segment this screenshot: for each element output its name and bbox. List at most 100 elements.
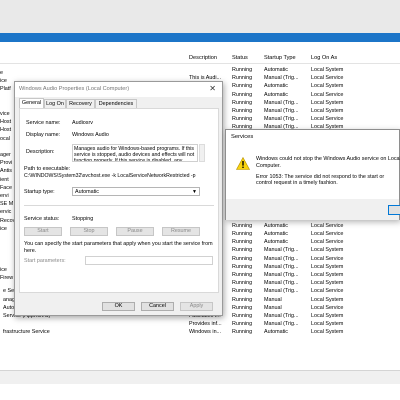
table-row[interactable]: Provides inf... Running Manual (Trig... Loc… (0, 320, 400, 328)
close-icon[interactable]: ✕ (209, 84, 216, 93)
start-parameters-hint: You can specify the start parameters tha… (24, 241, 213, 254)
status-cell: Running (232, 288, 253, 295)
startup-type-cell: Automatic (264, 222, 288, 229)
log-on-as-cell: Local Service (311, 288, 344, 295)
table-row[interactable]: frastructure Service Windows in... Running… (0, 328, 400, 336)
log-on-as-cell: Local Service (311, 255, 344, 262)
log-on-as-cell: Local System (311, 99, 344, 106)
service-name-fragment (0, 249, 14, 257)
status-cell: Running (232, 116, 253, 123)
startup-type-cell: Automatic (264, 67, 288, 73)
start-parameters-label: Start parameters: (24, 258, 66, 264)
display-name-label: Display name: (26, 132, 61, 138)
error-message-area: Windows could not stop the Windows Audio… (256, 156, 400, 187)
status-cell: Running (232, 272, 253, 278)
service-name-fragment: Host (0, 127, 12, 134)
startup-type-label: Startup type: (24, 189, 55, 195)
service-name-fragment: ice (0, 266, 7, 273)
status-cell: Running (232, 255, 253, 262)
service-name-fragment: Antis (0, 168, 12, 175)
log-on-as-cell: Local System (311, 280, 344, 287)
tab-log-on[interactable]: Log On (44, 99, 66, 108)
start-parameters-input[interactable] (85, 256, 213, 265)
status-cell: Running (232, 321, 253, 328)
log-on-as-cell: Local Service (311, 304, 344, 311)
log-on-as-cell: Local Service (311, 222, 344, 229)
error-dialog-footer (226, 199, 399, 220)
table-row[interactable]: Running Automatic Local System (0, 66, 400, 74)
cancel-button[interactable]: Cancel (141, 302, 174, 311)
status-cell: Running (232, 67, 253, 73)
description-scrollbar[interactable] (199, 144, 205, 162)
startup-type-cell: Manual (Trig... (264, 288, 299, 295)
service-name-fragment: ient (0, 176, 9, 183)
log-on-as-cell: Local Service (311, 239, 344, 246)
startup-type-value: Automatic (75, 189, 99, 195)
startup-type-cell: Manual (Trig... (264, 263, 299, 270)
service-name-fragment (0, 258, 14, 266)
log-on-as-cell: Local Service (311, 91, 344, 98)
status-cell: Running (232, 83, 253, 90)
startup-type-cell: Automatic (264, 83, 288, 90)
window-status-tabs (0, 370, 400, 384)
startup-type-cell: Automatic (264, 91, 288, 98)
apply-button[interactable]: Apply (180, 302, 213, 311)
service-name-fragment (0, 241, 14, 249)
status-cell: Running (232, 108, 253, 114)
start-button[interactable]: Start (24, 227, 62, 236)
service-name-fragment: ager (0, 152, 11, 158)
service-name-fragment: ervi (0, 193, 9, 199)
status-cell: Running (232, 304, 253, 311)
pause-button[interactable]: Pause (116, 227, 154, 236)
path-value: C:\WINDOWS\System32\svchost.exe -k Local… (24, 173, 196, 179)
log-on-as-cell: Local Service (311, 116, 344, 123)
startup-type-cell: Manual (264, 296, 282, 303)
log-on-as-cell: Local System (311, 83, 344, 90)
service-properties-dialog: Windows Audio Properties (Local Computer… (14, 81, 223, 316)
tab-general[interactable]: General (19, 98, 44, 108)
tab-dependencies[interactable]: Dependencies (95, 99, 137, 108)
toolbar-band (0, 33, 400, 42)
chevron-down-icon: ▼ (192, 189, 197, 195)
stop-button[interactable]: Stop (70, 227, 108, 236)
ok-button[interactable]: OK (102, 302, 135, 311)
service-status-label: Service status: (24, 216, 60, 222)
service-name-value: Audiosrv (72, 120, 93, 126)
startup-type-cell: Manual (Trig... (264, 280, 299, 287)
services-error-dialog: Services Windows could not stop the Wind… (225, 129, 400, 220)
status-cell: Running (232, 222, 253, 229)
status-cell: Running (232, 280, 253, 287)
log-on-as-cell: Local System (311, 108, 344, 114)
service-name-fragment: Platf (0, 86, 11, 93)
startup-type-cell: Manual (Trig... (264, 75, 299, 82)
log-on-as-cell: Local Service (311, 231, 344, 237)
resume-button[interactable]: Resume (162, 227, 200, 236)
tab-recovery[interactable]: Recovery (66, 99, 95, 108)
startup-type-cell: Automatic (264, 231, 288, 237)
startup-type-select[interactable]: Automatic ▼ (72, 187, 200, 196)
status-cell: Running (232, 329, 253, 336)
service-name-fragment: ervic (0, 209, 12, 216)
description-cell: Provides inf... (189, 321, 222, 328)
display-name-value: Windows Audio (72, 132, 109, 138)
error-message: Windows could not stop the Windows Audio… (256, 156, 400, 169)
log-on-as-cell: Local System (311, 247, 344, 254)
startup-type-cell: Manual (Trig... (264, 116, 299, 123)
service-name-fragment: Recov (0, 217, 16, 224)
general-tab-panel: Service name: Audiosrv Display name: Win… (19, 108, 219, 293)
startup-type-cell: Manual (264, 304, 282, 311)
service-name-fragment (0, 94, 14, 102)
log-on-as-cell: Local System (311, 67, 344, 73)
status-cell: Running (232, 91, 253, 98)
description-label: Description: (26, 149, 55, 155)
service-name-fragment: vice (0, 111, 10, 117)
service-name-fragment: SE M (0, 201, 14, 208)
status-cell: Running (232, 313, 253, 319)
title-area (0, 0, 400, 33)
startup-type-cell: Automatic (264, 329, 288, 336)
log-on-as-cell: Local System (311, 296, 344, 303)
log-on-as-cell: Local System (311, 272, 344, 278)
error-ok-button[interactable] (388, 205, 400, 215)
status-cell: Running (232, 231, 253, 237)
log-on-as-cell: Local System (311, 321, 344, 328)
